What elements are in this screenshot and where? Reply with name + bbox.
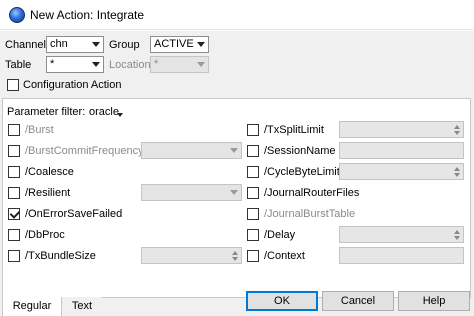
dialog-body: Channel chn Group ACTIVE Table * Locatio…	[0, 31, 474, 316]
tx-bundle-size-checkbox[interactable]	[8, 250, 20, 262]
arrow-down-icon	[454, 236, 460, 240]
arrow-down-icon	[454, 131, 460, 135]
db-proc-label: /DbProc	[25, 229, 65, 241]
location-label: Location	[109, 59, 151, 71]
chevron-down-icon	[197, 42, 205, 47]
resilient-checkbox[interactable]	[8, 187, 20, 199]
tx-bundle-size-spinner	[141, 247, 242, 264]
table-label: Table	[5, 59, 32, 71]
table-value: *	[50, 58, 55, 70]
journal-burst-table-label: /JournalBurstTable	[264, 208, 356, 220]
group-label: Group	[109, 39, 140, 51]
burst-commit-frequency-select	[141, 142, 242, 159]
arrow-up-icon	[454, 230, 460, 234]
session-name-checkbox[interactable]	[247, 145, 259, 157]
context-label: /Context	[264, 250, 305, 262]
db-proc-checkbox[interactable]	[8, 229, 20, 241]
arrow-down-icon	[232, 257, 238, 261]
configuration-action-label: Configuration Action	[23, 79, 122, 91]
journal-burst-table-checkbox	[247, 208, 259, 220]
arrow-up-icon	[454, 167, 460, 171]
group-value: ACTIVE	[154, 38, 194, 50]
session-name-label: /SessionName	[264, 145, 336, 157]
burst-commit-frequency-label: /BurstCommitFrequency	[25, 145, 144, 157]
globe-icon	[9, 7, 25, 23]
table-select[interactable]: *	[46, 56, 104, 73]
context-checkbox[interactable]	[247, 250, 259, 262]
coalesce-checkbox[interactable]	[8, 166, 20, 178]
chevron-down-icon	[230, 148, 238, 153]
tx-split-limit-label: /TxSplitLimit	[264, 124, 324, 136]
burst-label: /Burst	[25, 124, 54, 136]
window-title: New Action: Integrate	[30, 8, 145, 22]
journal-router-files-label: /JournalRouterFiles	[264, 187, 360, 199]
arrow-down-icon	[454, 173, 460, 177]
channel-select[interactable]: chn	[46, 36, 104, 53]
tab-text[interactable]: Text	[62, 297, 102, 316]
on-error-save-failed-label: /OnErrorSaveFailed	[25, 208, 123, 220]
chevron-down-icon	[230, 190, 238, 195]
chevron-down-icon	[92, 42, 100, 47]
tx-bundle-size-label: /TxBundleSize	[25, 250, 96, 262]
cancel-button[interactable]: Cancel	[322, 291, 394, 311]
journal-router-files-checkbox[interactable]	[247, 187, 259, 199]
location-select: *	[150, 56, 209, 73]
tab-regular[interactable]: Regular	[2, 297, 62, 316]
delay-spinner	[339, 226, 464, 243]
parameter-filter-input[interactable]: oracle	[89, 106, 119, 118]
parameter-filter-label: Parameter filter:	[7, 106, 86, 118]
group-select[interactable]: ACTIVE	[150, 36, 209, 53]
text-cursor-icon	[117, 113, 123, 117]
channel-value: chn	[50, 38, 68, 50]
session-name-field	[339, 142, 464, 159]
arrow-up-icon	[454, 125, 460, 129]
burst-checkbox	[8, 124, 20, 136]
tx-split-limit-checkbox[interactable]	[247, 124, 259, 136]
channel-label: Channel	[5, 39, 46, 51]
coalesce-label: /Coalesce	[25, 166, 74, 178]
location-value: *	[154, 58, 159, 70]
delay-label: /Delay	[264, 229, 296, 241]
on-error-save-failed-checkbox[interactable]	[8, 208, 20, 220]
cycle-byte-limit-spinner	[339, 163, 464, 180]
chevron-down-icon	[92, 62, 100, 67]
ok-button[interactable]: OK	[246, 291, 318, 311]
resilient-label: /Resilient	[25, 187, 71, 199]
arrow-up-icon	[232, 251, 238, 255]
cycle-byte-limit-label: /CycleByteLimit	[264, 166, 340, 178]
configuration-action-checkbox[interactable]	[7, 79, 19, 91]
chevron-down-icon	[197, 62, 205, 67]
resilient-select	[141, 184, 242, 201]
title-bar: New Action: Integrate	[0, 0, 474, 30]
cycle-byte-limit-checkbox[interactable]	[247, 166, 259, 178]
delay-checkbox[interactable]	[247, 229, 259, 241]
parameter-panel: Parameter filter: oracle /Burst /BurstCo…	[2, 98, 471, 298]
tx-split-limit-spinner	[339, 121, 464, 138]
context-field	[339, 247, 464, 264]
burst-commit-frequency-checkbox	[8, 145, 20, 157]
help-button[interactable]: Help	[398, 291, 470, 311]
